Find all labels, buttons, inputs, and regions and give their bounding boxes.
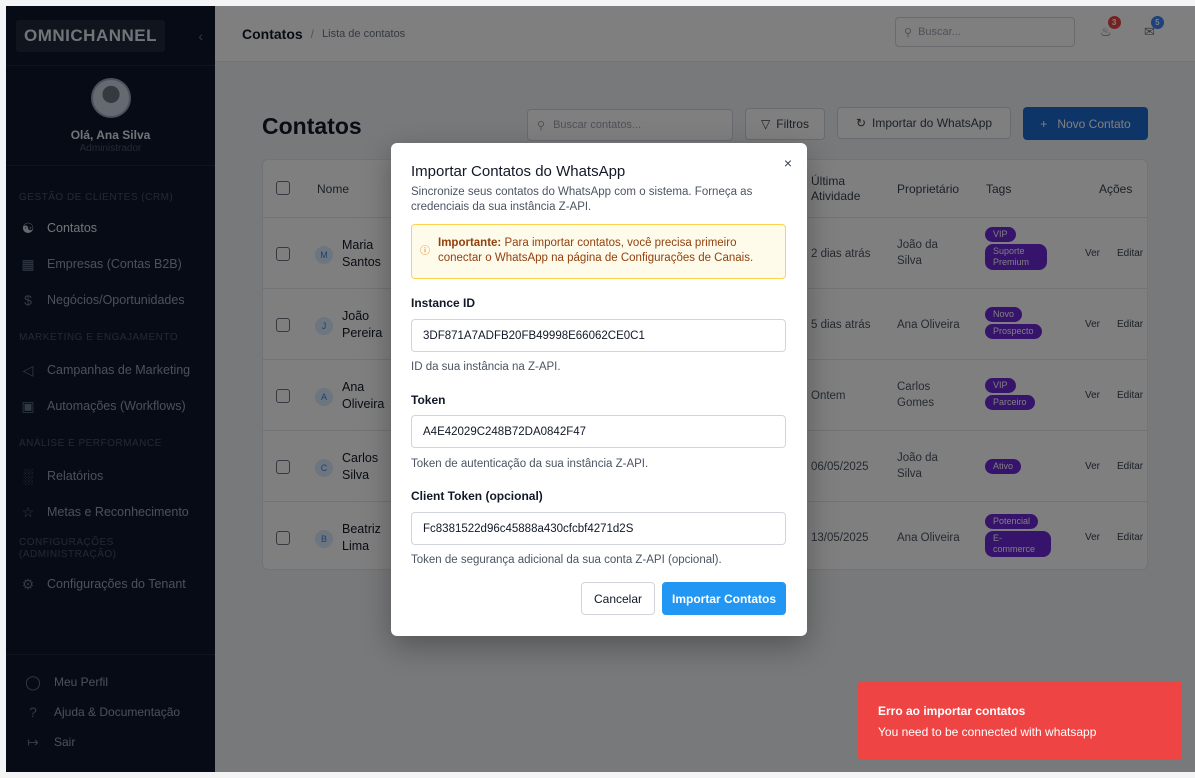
close-icon[interactable]: ×	[784, 155, 792, 171]
important-alert: ⓘ Importante: Para importar contatos, vo…	[411, 224, 786, 279]
client-token-help: Token de segurança adicional da sua cont…	[411, 554, 722, 566]
instance-id-help: ID da sua instância na Z-API.	[411, 361, 561, 373]
cancel-button[interactable]: Cancelar	[581, 582, 655, 615]
instance-id-label: Instance ID	[411, 296, 476, 310]
toast-message: You need to be connected with whatsapp	[878, 725, 1097, 739]
import-contacts-button[interactable]: Importar Contatos	[662, 582, 786, 615]
token-field[interactable]: A4E42029C248B72DA0842F47	[411, 415, 786, 448]
alert-strong: Importante:	[438, 237, 502, 249]
dialog-description: Sincronize seus contatos do WhatsApp com…	[411, 186, 753, 213]
dialog-title: Importar Contatos do WhatsApp	[411, 163, 626, 180]
client-token-label: Client Token (opcional)	[411, 489, 543, 503]
info-icon: ⓘ	[420, 246, 430, 257]
client-token-field[interactable]: Fc8381522d96c45888a430cfcbf4271d2S	[411, 512, 786, 545]
token-help: Token de autenticação da sua instância Z…	[411, 458, 649, 470]
toast-title: Erro ao importar contatos	[878, 704, 1026, 718]
token-label: Token	[411, 393, 446, 407]
instance-id-field[interactable]: 3DF871A7ADFB20FB49998E66062CE0C1	[411, 319, 786, 352]
error-toast[interactable]: Erro ao importar contatos You need to be…	[858, 681, 1182, 760]
import-whatsapp-dialog: × Importar Contatos do WhatsApp Sincroni…	[391, 143, 807, 636]
